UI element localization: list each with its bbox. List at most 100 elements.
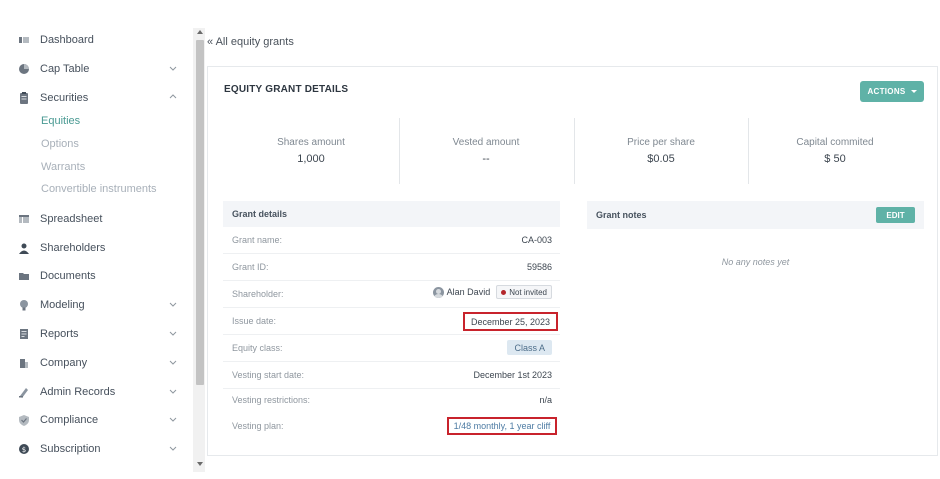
back-to-equity-grants-link[interactable]: « All equity grants [207,36,294,48]
edit-notes-button[interactable]: EDIT [876,207,915,223]
equity-class-badge[interactable]: Class A [507,340,552,355]
sidebar-item-subscription[interactable]: $ Subscription [18,439,180,459]
report-icon [18,328,30,340]
grant-notes-header: Grant notes EDIT [587,201,924,229]
person-icon [18,242,30,254]
sidebar-item-compliance[interactable]: Compliance [18,410,180,430]
sidebar-item-label: Subscription [40,443,101,455]
svg-text:$: $ [22,446,26,454]
sidebar-item-label: Securities [40,92,89,104]
vesting-plan-link[interactable]: 1/48 monthly, 1 year cliff [454,421,551,431]
vesting-restrictions-row: Vesting restrictions: n/a [223,387,560,414]
shareholder-name: Alan David [446,287,491,297]
stat-value: 1,000 [297,153,325,165]
chevron-up-icon [169,94,177,99]
issue-date-value-highlight: December 25, 2023 [463,312,558,331]
chevron-down-icon [169,302,177,307]
spreadsheet-icon [18,213,30,225]
stat-title: Shares amount [277,137,345,148]
vesting-plan-value-highlight: 1/48 monthly, 1 year cliff [447,417,557,435]
chevron-down-icon [169,389,177,394]
scroll-up-arrow-icon[interactable] [197,30,203,34]
sidebar-subitem-convertible-instruments[interactable]: Convertible instruments [41,183,157,195]
building-icon [18,357,30,369]
sidebar-item-documents[interactable]: Documents [18,266,180,286]
sidebar-item-label: Reports [40,328,79,340]
grant-id-row: Grant ID: 59586 [223,254,560,281]
chevron-down-icon [169,446,177,451]
sidebar-item-label: Company [40,357,88,369]
dashboard-icon [18,34,30,46]
grant-name-row: Grant name: CA-003 [223,227,560,254]
sidebar-item-company[interactable]: Company [18,353,180,373]
sidebar-item-cap-table[interactable]: Cap Table [18,59,180,79]
stat-title: Price per share [627,137,695,148]
equity-class-label: Equity class: [232,343,283,353]
vesting-restrictions-value: n/a [539,395,552,405]
lightbulb-icon [18,299,30,311]
status-dot-icon [501,289,507,295]
sidebar-item-reports[interactable]: Reports [18,324,180,344]
sidebar-item-label: Spreadsheet [40,213,103,225]
chevron-down-icon [169,331,177,336]
sidebar-item-admin-records[interactable]: Admin Records [18,382,180,402]
grant-details-heading: Grant details [232,209,288,219]
stat-vested-amount: Vested amount -- [399,117,573,183]
sidebar-item-label: Compliance [40,414,99,426]
grant-name-label: Grant name: [232,235,283,245]
shareholder-label: Shareholder: [232,289,284,299]
sidebar-item-securities[interactable]: Securities [18,88,180,108]
sidebar-item-modeling[interactable]: Modeling [18,295,180,315]
caret-down-icon [910,90,917,93]
sidebar-item-dashboard[interactable]: Dashboard [18,30,180,50]
sidebar: Dashboard Cap Table Securities Equities … [0,0,192,479]
scroll-down-arrow-icon[interactable] [197,462,203,466]
pie-chart-icon [18,63,30,75]
stat-price-per-share: Price per share $0.05 [574,117,748,183]
actions-button-label: ACTIONS [867,87,906,96]
grant-name-value: CA-003 [521,235,552,245]
shareholder-value[interactable]: Alan David Not invited [432,285,552,299]
status-badge: Not invited [496,285,552,299]
vesting-restrictions-label: Vesting restrictions: [232,395,311,405]
scrollbar-thumb[interactable] [196,40,204,385]
grant-id-value: 59586 [526,262,552,272]
sidebar-item-label: Documents [40,270,96,282]
sidebar-subitem-equities[interactable]: Equities [41,115,80,127]
vesting-start-label: Vesting start date: [232,370,305,380]
sidebar-item-shareholders[interactable]: Shareholders [18,238,180,258]
actions-button[interactable]: ACTIONS [860,81,924,102]
stat-value: $ 50 [824,153,846,165]
grant-id-label: Grant ID: [232,262,269,272]
stat-value: -- [482,153,490,165]
sidebar-subitem-options[interactable]: Options [41,138,79,150]
chevron-down-icon [169,66,177,71]
folder-icon [18,270,30,282]
vesting-start-row: Vesting start date: December 1st 2023 [223,362,560,389]
sidebar-item-label: Dashboard [40,34,94,46]
sidebar-item-label: Shareholders [40,242,106,254]
issue-date-value: December 25, 2023 [470,316,551,327]
grant-details-header: Grant details [223,201,560,227]
sidebar-item-label: Modeling [40,299,85,311]
sidebar-item-label: Cap Table [40,63,90,75]
grant-notes-heading: Grant notes [596,210,647,220]
avatar [432,286,444,298]
stat-capital-commited: Capital commited $ 50 [748,117,922,183]
vesting-plan-label: Vesting plan: [232,421,284,431]
stat-title: Vested amount [452,137,520,148]
stat-shares-amount: Shares amount 1,000 [224,117,398,183]
sidebar-item-spreadsheet[interactable]: Spreadsheet [18,209,180,229]
stat-title: Capital commited [796,137,874,148]
sidebar-item-label: Admin Records [40,386,116,398]
vesting-start-value: December 1st 2023 [473,370,552,380]
stat-value: $0.05 [647,153,675,165]
equity-grant-card: EQUITY GRANT DETAILS ACTIONS Shares amou… [207,66,938,456]
shareholder-row: Shareholder: Alan David Not invited [223,281,560,308]
issue-date-label: Issue date: [232,316,277,326]
chevron-down-icon [169,360,177,365]
sidebar-subitem-warrants[interactable]: Warrants [41,161,85,173]
dollar-coin-icon: $ [18,443,30,455]
status-badge-label: Not invited [509,287,547,297]
page-title: EQUITY GRANT DETAILS [224,84,349,95]
